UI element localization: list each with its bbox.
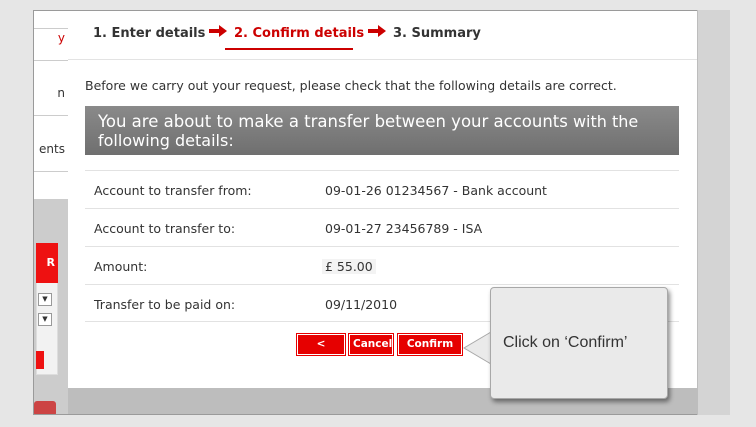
table-row: Account to transfer to: 09-01-27 2345678… xyxy=(85,208,679,246)
sidebar-panel-header: R xyxy=(36,243,58,283)
callout-pointer xyxy=(463,331,492,365)
banner-lead: You are about to make a transfer between… xyxy=(98,112,568,131)
sidebar-image xyxy=(34,401,56,414)
sidebar-item[interactable]: nt xyxy=(34,11,68,29)
window-edge xyxy=(697,10,730,415)
row-label: Transfer to be paid on: xyxy=(94,297,236,312)
sidebar-item-label: y xyxy=(57,31,65,45)
table-row: Account to transfer from: 09-01-26 01234… xyxy=(85,170,679,208)
row-label: Account to transfer from: xyxy=(94,183,252,198)
step-summary: 3. Summary xyxy=(393,26,481,41)
table-row: Amount: £ 55.00 xyxy=(85,246,679,284)
sidebar-item[interactable]: ents xyxy=(34,142,68,172)
row-label: Amount: xyxy=(94,259,148,274)
row-value: £ 55.00 xyxy=(322,259,376,274)
sidebar-item-label: n xyxy=(57,86,65,100)
row-value: 09-01-26 01234567 - Bank account xyxy=(325,183,547,198)
sidebar-item[interactable]: n xyxy=(34,86,68,116)
step-enter-details: 1. Enter details xyxy=(93,26,206,41)
sidebar-item-label: nt xyxy=(53,11,65,13)
step-confirm-details: 2. Confirm details xyxy=(234,26,365,41)
chevron-down-icon: ▼ xyxy=(42,315,48,323)
sidebar-item-active[interactable]: y xyxy=(34,31,68,61)
sidebar-panel-title: R xyxy=(46,256,55,269)
chevron-down-icon: ▼ xyxy=(42,295,48,303)
confirm-button[interactable]: Confirm > xyxy=(397,333,463,369)
sidebar-button[interactable] xyxy=(36,351,44,369)
sidebar-select[interactable]: ▼ xyxy=(38,293,52,306)
arrow-right-icon xyxy=(209,25,227,37)
intro-text: Before we carry out your request, please… xyxy=(85,78,617,93)
sidebar-select[interactable]: ▼ xyxy=(38,313,52,326)
transfer-banner: You are about to make a transfer between… xyxy=(85,106,679,155)
row-value: 09/11/2010 xyxy=(325,297,398,312)
row-value: 09-01-27 23456789 - ISA xyxy=(325,221,483,236)
active-step-underline xyxy=(225,48,353,50)
callout-tooltip: Click on ‘Confirm’ xyxy=(490,287,668,399)
divider xyxy=(68,59,699,60)
row-label: Account to transfer to: xyxy=(94,221,236,236)
progress-steps: 1. Enter details 2. Confirm details 3. S… xyxy=(68,11,699,51)
arrow-right-icon xyxy=(368,25,386,37)
cancel-button[interactable]: Cancel xyxy=(348,333,394,356)
sidebar-item-label: ents xyxy=(39,142,65,156)
back-button[interactable]: < Back xyxy=(296,333,346,369)
callout-text: Click on ‘Confirm’ xyxy=(503,334,628,351)
sidebar: nt y n ents R ▼ ▼ xyxy=(34,11,68,414)
